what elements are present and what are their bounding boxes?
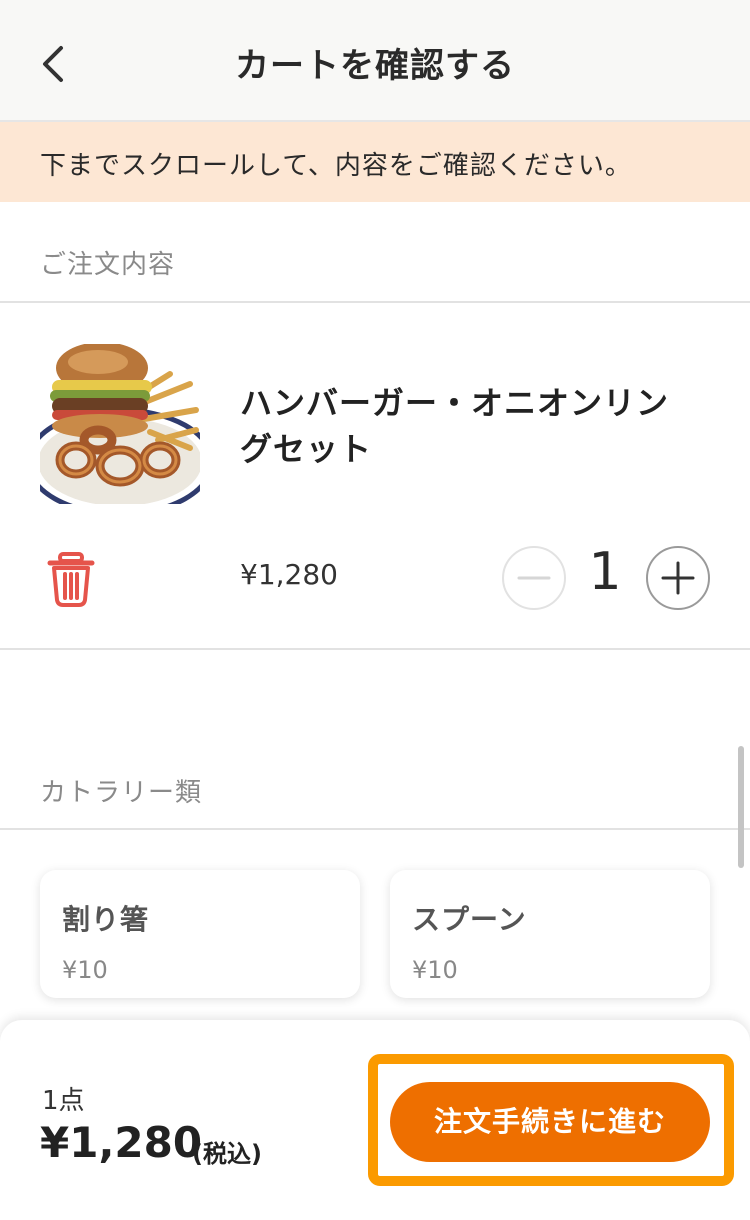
trash-icon — [47, 552, 95, 607]
quantity-increase-button[interactable] — [646, 546, 710, 610]
divider — [0, 301, 750, 303]
total-price: ¥1,280 — [40, 1118, 203, 1167]
cutlery-price: ¥10 — [412, 956, 458, 984]
item-name: ハンバーガー・オニオンリングセット — [240, 384, 670, 468]
quantity-decrease-button[interactable] — [502, 546, 566, 610]
tax-note: (税込) — [192, 1140, 262, 1168]
cart-screen: カートを確認する 下までスクロールして、内容をご確認ください。 ご注文内容 ハン… — [0, 0, 750, 1220]
order-section-label: ご注文内容 — [40, 250, 176, 280]
minus-icon — [517, 576, 551, 580]
item-count: 1点 — [42, 1086, 85, 1116]
page-title: カートを確認する — [235, 46, 515, 86]
cutlery-card-chopsticks[interactable]: 割り箸 ¥10 — [40, 870, 360, 998]
proceed-to-checkout-button[interactable]: 注文手続きに進む — [390, 1082, 710, 1162]
divider — [0, 828, 750, 830]
divider — [0, 648, 750, 650]
item-image — [40, 344, 200, 504]
cutlery-name: 割り箸 — [62, 903, 150, 936]
cutlery-card-spoon[interactable]: スプーン ¥10 — [390, 870, 710, 998]
cutlery-section-label: カトラリー類 — [40, 778, 203, 808]
plus-icon — [661, 561, 695, 595]
checkout-footer: 1点 ¥1,280 (税込) 注文手続きに進む — [0, 1020, 750, 1220]
cutlery-name: スプーン — [412, 903, 527, 936]
delete-item-button[interactable] — [46, 552, 96, 608]
scroll-notice-banner: 下までスクロールして、内容をご確認ください。 — [0, 122, 750, 202]
cutlery-price: ¥10 — [62, 956, 108, 984]
scrollbar[interactable] — [738, 746, 744, 868]
item-price: ¥1,280 — [240, 558, 338, 591]
header: カートを確認する — [0, 0, 750, 122]
quantity-value: 1 — [588, 542, 622, 602]
